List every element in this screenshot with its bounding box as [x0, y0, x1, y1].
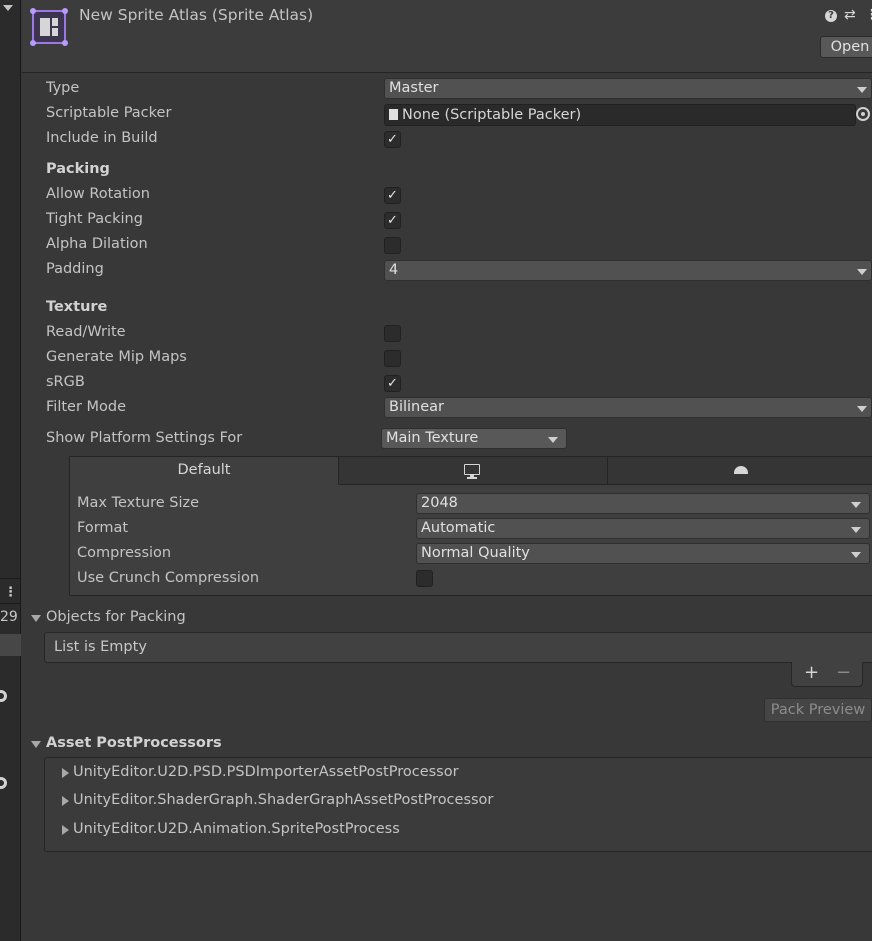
checkmark-icon: ✓ [387, 188, 398, 203]
chevron-down-icon [857, 87, 867, 93]
scriptable-packer-field[interactable]: None (Scriptable Packer) [384, 104, 856, 126]
filter-mode-label: Filter Mode [46, 399, 127, 415]
list-empty-text: List is Empty [54, 639, 147, 655]
compression-value: Normal Quality [421, 545, 530, 561]
checkmark-icon: ✓ [387, 132, 398, 147]
tight-packing-checkbox[interactable]: ✓ [384, 212, 401, 229]
count-label: 29 [0, 609, 18, 625]
alpha-dilation-label: Alpha Dilation [46, 236, 148, 252]
objects-for-packing-header[interactable]: Objects for Packing [46, 609, 186, 625]
context-menu-icon[interactable]: ⋮ [865, 7, 872, 23]
platform-settings-value: Main Texture [386, 430, 479, 446]
allow-rotation-checkbox[interactable]: ✓ [384, 187, 401, 204]
foldout-arrow-icon[interactable] [31, 741, 41, 748]
scriptable-packer-value: None (Scriptable Packer) [402, 107, 582, 123]
allow-rotation-label: Allow Rotation [46, 186, 150, 202]
padding-label: Padding [46, 261, 104, 277]
compression-label: Compression [77, 545, 172, 561]
use-crunch-checkbox[interactable] [416, 570, 433, 587]
max-texture-size-dropdown[interactable]: 2048 [416, 493, 870, 514]
platform-settings-dropdown[interactable]: Main Texture [381, 428, 567, 449]
expand-arrow-icon[interactable] [62, 768, 69, 778]
add-item-button[interactable]: + [804, 662, 819, 683]
tab-default[interactable]: Default [70, 457, 339, 485]
max-texture-size-value: 2048 [421, 495, 458, 511]
use-crunch-label: Use Crunch Compression [77, 570, 260, 586]
generate-mip-maps-label: Generate Mip Maps [46, 349, 187, 365]
platform-settings-panel: Default Max Texture Size 2048 Format Aut… [69, 456, 872, 596]
type-value: Master [389, 80, 439, 96]
chevron-down-icon [851, 527, 861, 533]
chevron-down-icon [851, 502, 861, 508]
srgb-label: sRGB [46, 374, 85, 390]
objects-for-packing-list: List is Empty [44, 632, 872, 663]
list-item[interactable]: UnityEditor.U2D.Animation.SpritePostProc… [73, 821, 400, 837]
compression-dropdown[interactable]: Normal Quality [416, 543, 870, 564]
tab-standalone[interactable] [339, 457, 608, 485]
gear-icon[interactable] [0, 777, 7, 789]
type-label: Type [46, 80, 80, 96]
help-icon[interactable]: ? [825, 10, 837, 22]
list-footer: + − [791, 662, 863, 687]
checkmark-icon: ✓ [387, 376, 398, 391]
format-dropdown[interactable]: Automatic [416, 518, 870, 539]
asset-postprocessors-list: UnityEditor.U2D.PSD.PSDImporterAssetPost… [44, 757, 872, 852]
chevron-down-icon [857, 269, 867, 275]
filter-mode-dropdown[interactable]: Bilinear [384, 397, 872, 418]
asset-postprocessors-header[interactable]: Asset PostProcessors [46, 735, 222, 751]
list-item[interactable]: UnityEditor.ShaderGraph.ShaderGraphAsset… [73, 792, 493, 808]
filter-mode-value: Bilinear [389, 399, 444, 415]
format-value: Automatic [421, 520, 496, 536]
chevron-down-icon [851, 552, 861, 558]
asset-title: New Sprite Atlas (Sprite Atlas) [79, 6, 314, 24]
chevron-down-icon [857, 406, 867, 412]
kebab-menu-icon[interactable]: ⋮ [0, 585, 21, 601]
monitor-icon [464, 464, 480, 475]
object-picker-icon[interactable] [856, 107, 870, 121]
platform-settings-label: Show Platform Settings For [46, 430, 243, 446]
padding-value: 4 [389, 262, 399, 278]
preset-icon[interactable]: ⇄ [844, 7, 856, 23]
remove-item-button[interactable]: − [836, 662, 851, 683]
include-in-build-checkbox[interactable]: ✓ [384, 131, 401, 148]
document-icon [389, 109, 398, 120]
max-texture-size-label: Max Texture Size [77, 495, 200, 511]
dropdown-arrow-icon[interactable] [3, 5, 13, 11]
format-label: Format [77, 520, 129, 536]
texture-section-header: Texture [46, 299, 108, 315]
panel-divider [0, 603, 21, 604]
include-in-build-label: Include in Build [46, 130, 158, 146]
panel-divider [0, 578, 21, 579]
alpha-dilation-checkbox[interactable] [384, 237, 401, 254]
checkmark-icon: ✓ [387, 213, 398, 228]
expand-arrow-icon[interactable] [62, 796, 69, 806]
open-button[interactable]: Open [820, 36, 872, 58]
android-icon [734, 466, 748, 474]
generate-mip-maps-checkbox[interactable] [384, 350, 401, 367]
tab-android[interactable] [608, 457, 872, 485]
inspector-header: New Sprite Atlas (Sprite Atlas) ? ⇄ ⋮ Op… [22, 0, 872, 73]
gear-icon[interactable] [0, 690, 7, 702]
sprite-atlas-icon [30, 8, 68, 46]
selected-row[interactable] [0, 634, 21, 656]
type-dropdown[interactable]: Master [384, 78, 872, 99]
expand-arrow-icon[interactable] [62, 825, 69, 835]
foldout-arrow-icon[interactable] [31, 615, 41, 622]
tight-packing-label: Tight Packing [46, 211, 143, 227]
chevron-down-icon [548, 437, 558, 443]
read-write-label: Read/Write [46, 324, 126, 340]
pack-preview-button[interactable]: Pack Preview [764, 698, 872, 722]
left-panel-strip: ⋮ 29 [0, 0, 21, 941]
scriptable-packer-label: Scriptable Packer [46, 105, 172, 121]
srgb-checkbox[interactable]: ✓ [384, 375, 401, 392]
packing-section-header: Packing [46, 161, 110, 177]
list-item[interactable]: UnityEditor.U2D.PSD.PSDImporterAssetPost… [73, 764, 459, 780]
read-write-checkbox[interactable] [384, 325, 401, 342]
padding-dropdown[interactable]: 4 [384, 260, 872, 281]
